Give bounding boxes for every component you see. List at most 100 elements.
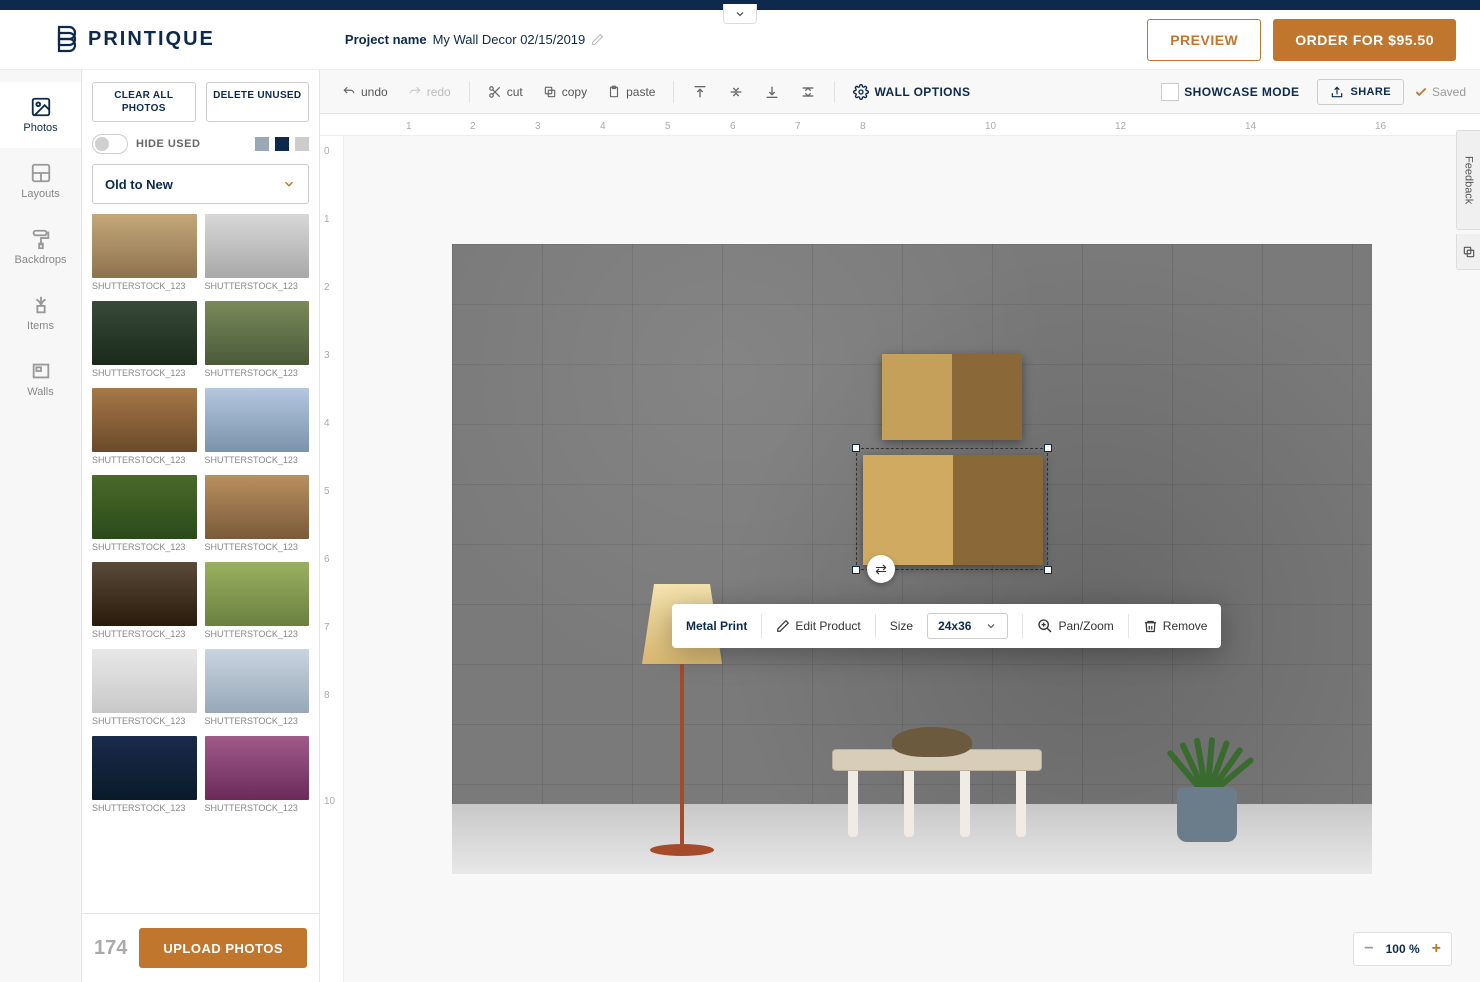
chevron-down-icon	[985, 620, 997, 632]
list-item[interactable]: SHUTTERSTOCK_123	[92, 475, 197, 560]
copy-icon	[1462, 245, 1476, 259]
redo-icon	[408, 85, 422, 99]
chevron-down-icon	[734, 8, 746, 20]
rail-walls[interactable]: Walls	[0, 346, 81, 412]
rail-layouts[interactable]: Layouts	[0, 148, 81, 214]
rail-label: Items	[27, 320, 54, 332]
list-item[interactable]: SHUTTERSTOCK_123	[205, 649, 310, 734]
rail-items[interactable]: Items	[0, 280, 81, 346]
resize-handle-se[interactable]	[1044, 566, 1052, 574]
roller-icon	[30, 228, 52, 250]
rail-label: Backdrops	[15, 254, 67, 266]
magnify-plus-icon	[1037, 618, 1053, 634]
cat-item	[892, 727, 972, 757]
project-label: Project name	[345, 32, 427, 47]
thumb-size-controls[interactable]	[255, 137, 309, 151]
canvas-area: undo redo cut copy paste WALL OPTIONS SH…	[320, 70, 1480, 982]
sort-select[interactable]: Old to New	[92, 164, 309, 204]
size-label: Size	[890, 619, 913, 633]
preview-button[interactable]: PREVIEW	[1147, 19, 1261, 61]
wall-icon	[30, 360, 52, 382]
list-item[interactable]: SHUTTERSTOCK_123	[92, 736, 197, 821]
project-name: Project name My Wall Decor 02/15/2019	[345, 32, 604, 47]
sort-value: Old to New	[105, 177, 173, 192]
top-dropdown-tab[interactable]	[723, 4, 757, 24]
zoom-out-button[interactable]: −	[1364, 940, 1373, 958]
stage[interactable]: ⇄	[344, 136, 1480, 982]
align-top-button[interactable]	[684, 84, 716, 100]
rail-photos[interactable]: Photos	[0, 82, 81, 148]
order-button[interactable]: ORDER FOR $95.50	[1273, 19, 1456, 61]
pan-zoom-button[interactable]: Pan/Zoom	[1037, 618, 1113, 634]
checkbox-icon	[1161, 83, 1179, 101]
share-button[interactable]: SHARE	[1317, 79, 1404, 105]
chevron-down-icon	[282, 177, 296, 191]
list-item[interactable]: SHUTTERSTOCK_123	[205, 475, 310, 560]
paste-button[interactable]: paste	[599, 85, 663, 99]
photo-count: 174	[94, 937, 127, 960]
undo-button[interactable]: undo	[334, 85, 396, 99]
view-large-icon[interactable]	[255, 137, 269, 151]
ruler-horizontal: 1 2 3 4 5 6 7 8 10 12 14 16	[320, 114, 1480, 136]
list-item[interactable]: SHUTTERSTOCK_123	[92, 649, 197, 734]
zoom-value: 100 %	[1386, 942, 1420, 956]
list-item[interactable]: SHUTTERSTOCK_123	[92, 214, 197, 299]
check-icon	[1414, 85, 1428, 99]
size-select[interactable]: 24x36	[927, 613, 1008, 639]
side-panel: CLEAR ALL PHOTOS DELETE UNUSED HIDE USED…	[82, 70, 320, 982]
bench-item[interactable]	[832, 749, 1042, 839]
canvas-print-2[interactable]	[863, 455, 1043, 565]
cut-button[interactable]: cut	[480, 85, 531, 99]
distribute-button[interactable]	[792, 84, 824, 100]
plant-item[interactable]	[1162, 702, 1252, 842]
list-item[interactable]: SHUTTERSTOCK_123	[205, 562, 310, 647]
rail-backdrops[interactable]: Backdrops	[0, 214, 81, 280]
pencil-icon[interactable]	[591, 33, 604, 46]
hide-used-toggle[interactable]	[92, 134, 128, 154]
clear-all-button[interactable]: CLEAR ALL PHOTOS	[92, 82, 196, 122]
align-top-icon	[692, 84, 708, 100]
undo-icon	[342, 85, 356, 99]
swap-button[interactable]: ⇄	[867, 555, 895, 583]
zoom-in-button[interactable]: +	[1432, 940, 1441, 958]
align-middle-button[interactable]	[720, 84, 752, 100]
trash-icon	[1143, 619, 1158, 634]
layout-icon	[30, 162, 52, 184]
resize-handle-sw[interactable]	[852, 566, 860, 574]
logo-text: PRINTIQUE	[88, 28, 215, 51]
list-item[interactable]: SHUTTERSTOCK_123	[205, 736, 310, 821]
remove-button[interactable]: Remove	[1143, 619, 1208, 634]
list-item[interactable]: SHUTTERSTOCK_123	[92, 562, 197, 647]
align-bottom-button[interactable]	[756, 84, 788, 100]
edit-product-button[interactable]: Edit Product	[776, 619, 860, 633]
pencil-icon	[776, 619, 790, 633]
resize-handle-nw[interactable]	[852, 444, 860, 452]
logo[interactable]: PRINTIQUE	[54, 25, 215, 55]
copy-button[interactable]: copy	[535, 85, 595, 99]
list-item[interactable]: SHUTTERSTOCK_123	[205, 388, 310, 473]
list-item[interactable]: SHUTTERSTOCK_123	[205, 301, 310, 386]
plant-icon	[30, 294, 52, 316]
resize-handle-ne[interactable]	[1044, 444, 1052, 452]
feedback-icon-tab[interactable]	[1456, 234, 1480, 270]
list-item[interactable]: SHUTTERSTOCK_123	[92, 301, 197, 386]
copy-icon	[543, 85, 557, 99]
distribute-icon	[800, 84, 816, 100]
redo-button[interactable]: redo	[400, 85, 459, 99]
selection-box[interactable]: ⇄	[856, 448, 1048, 570]
wall-canvas[interactable]: ⇄	[452, 244, 1372, 874]
gear-icon	[853, 84, 869, 100]
canvas-print-1[interactable]	[882, 354, 1022, 440]
showcase-mode-toggle[interactable]: SHOWCASE MODE	[1153, 83, 1307, 101]
align-middle-icon	[728, 84, 744, 100]
list-item[interactable]: SHUTTERSTOCK_123	[92, 388, 197, 473]
delete-unused-button[interactable]: DELETE UNUSED	[206, 82, 310, 122]
feedback-tab[interactable]: Feedback	[1456, 130, 1480, 230]
upload-photos-button[interactable]: UPLOAD PHOTOS	[139, 928, 307, 968]
view-medium-icon[interactable]	[275, 137, 289, 151]
view-small-icon[interactable]	[295, 137, 309, 151]
logo-icon	[54, 25, 80, 55]
upload-icon	[1330, 85, 1344, 99]
wall-options-button[interactable]: WALL OPTIONS	[845, 84, 978, 100]
list-item[interactable]: SHUTTERSTOCK_123	[205, 214, 310, 299]
